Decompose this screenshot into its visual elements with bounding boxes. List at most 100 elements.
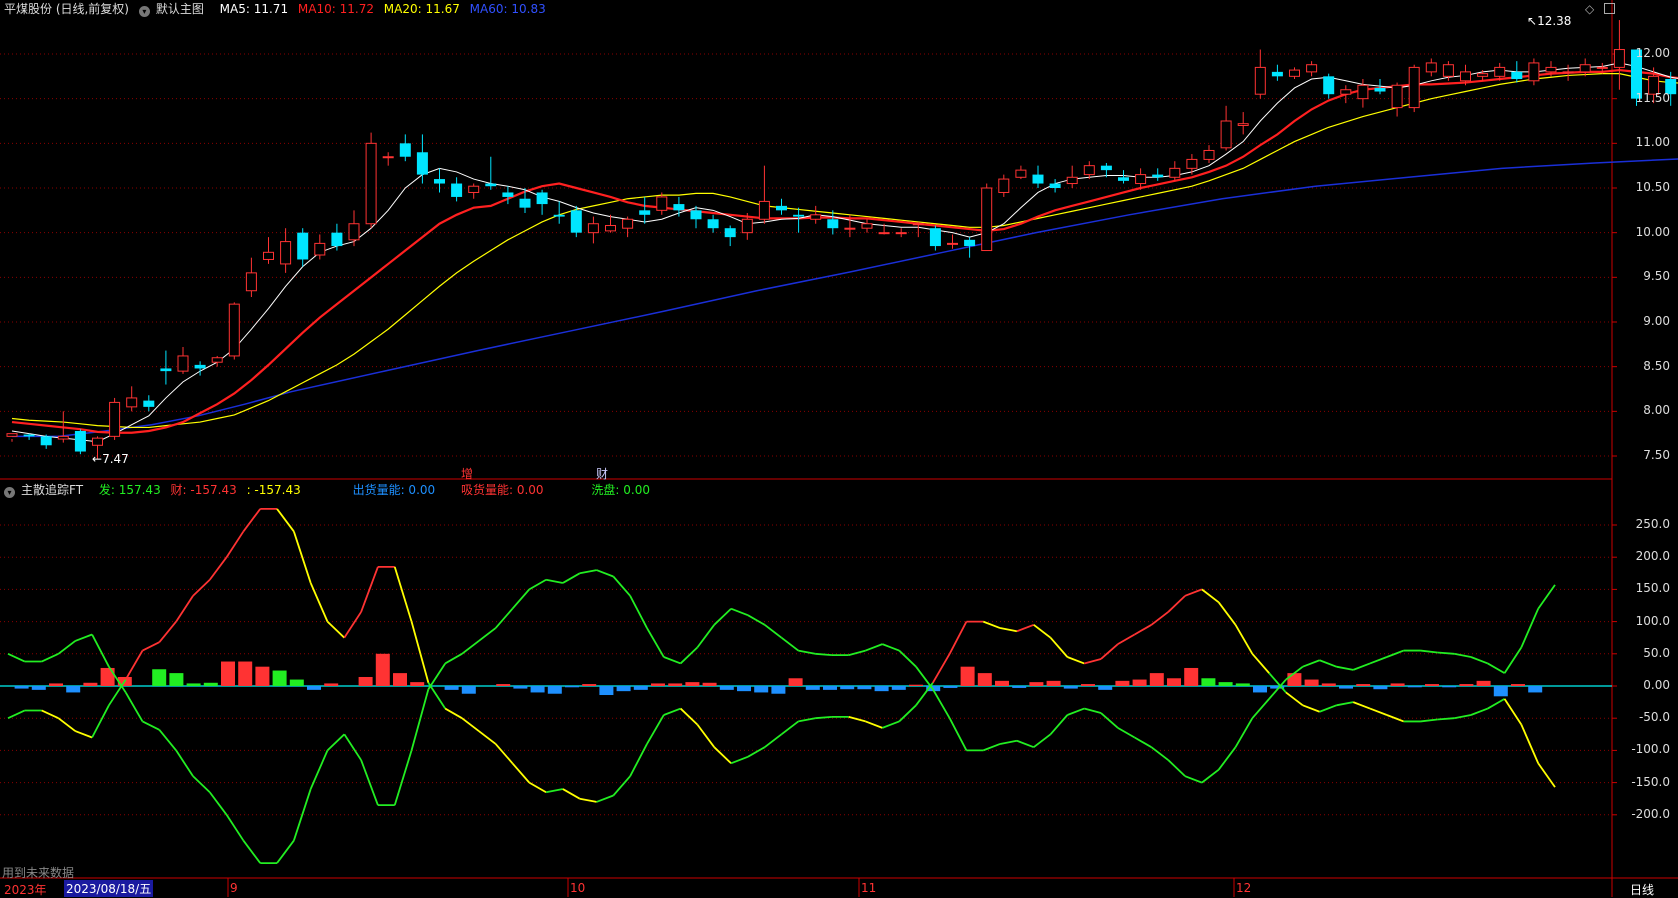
indicator-bar <box>238 661 253 686</box>
fa-line <box>898 649 917 668</box>
main-y-tick-label: 8.50 <box>1643 358 1670 373</box>
indicator-bar <box>1098 686 1113 690</box>
fa-line <box>545 578 564 584</box>
candle-up <box>587 223 599 234</box>
candle-down <box>1152 174 1164 178</box>
candle-up <box>810 214 822 220</box>
candle-down <box>519 198 531 208</box>
indicator-bar <box>461 686 476 694</box>
indicator-y-tick-label: -200.0 <box>1631 806 1670 821</box>
indicator-bar <box>1046 680 1061 686</box>
indicator-bar <box>1356 684 1371 686</box>
candle-down <box>485 183 497 187</box>
fa-line <box>865 643 883 652</box>
indicator-y-tick-label: 150.0 <box>1635 581 1670 596</box>
cai-line <box>478 730 497 745</box>
candle-up <box>382 156 394 159</box>
low-price-label: ←7.47 <box>92 452 129 466</box>
indicator-bar <box>496 684 511 686</box>
indicator-bar <box>1029 682 1044 686</box>
xi-label: 吸货量能: 0.00 <box>460 483 544 497</box>
candle-down <box>793 214 805 217</box>
cai-line <box>1201 588 1220 603</box>
fa-line <box>276 840 295 864</box>
fa-line <box>1487 662 1506 674</box>
cai-line <box>494 743 514 764</box>
fa-line <box>1302 659 1320 668</box>
stock-title[interactable]: 平煤股份 (日线,前复权) <box>4 2 129 16</box>
ma60-label: MA60: 10.83 <box>469 2 546 16</box>
candle-up <box>1477 73 1489 77</box>
fa-line <box>730 607 749 617</box>
cai-line <box>74 730 93 739</box>
fa-line <box>1167 759 1186 777</box>
ma5-line <box>11 62 1678 443</box>
ma5-label: MA5: 11.71 <box>219 2 289 16</box>
indicator-bar <box>565 686 579 688</box>
fa-line <box>444 653 463 665</box>
cai-line <box>1470 707 1489 716</box>
candle-down <box>160 368 172 372</box>
month-label-9: 9 <box>230 881 238 895</box>
indicator-bar <box>977 673 992 686</box>
candle-down <box>331 232 343 247</box>
indicator-y-tick-label: 250.0 <box>1635 517 1670 531</box>
fa-line <box>764 624 783 639</box>
fa-line <box>209 791 228 816</box>
cai-line <box>612 775 631 797</box>
indicator-selector[interactable]: ▾ 主散追踪FT <box>4 483 89 498</box>
indicator-y-tick-label: 100.0 <box>1635 613 1670 628</box>
candle-down <box>194 364 206 369</box>
indicator-bar <box>1063 686 1078 689</box>
fa-line <box>596 569 614 578</box>
xipan-label: 洗盘: 0.00 <box>591 483 650 497</box>
diamond-icon[interactable]: ◇ <box>1585 2 1594 16</box>
indicator-bar <box>530 686 545 693</box>
candle-up <box>1237 123 1249 126</box>
indicator-bar <box>255 666 270 686</box>
indicator-bar <box>203 682 218 686</box>
indicator-bar <box>1459 684 1474 686</box>
candle-down <box>707 219 719 229</box>
candle-down <box>74 430 86 452</box>
cai-line <box>848 716 866 723</box>
candle-down <box>639 210 651 215</box>
candle-down <box>1100 165 1112 171</box>
cai-line <box>932 653 951 684</box>
indicator-bar <box>788 678 803 686</box>
fa-line <box>225 814 245 842</box>
fa-line <box>1537 584 1556 610</box>
fa-line <box>629 595 648 629</box>
indicator-bar <box>1528 686 1543 693</box>
indicator-bar <box>943 686 958 688</box>
cai-line <box>158 621 177 643</box>
candle-up <box>947 242 958 245</box>
fa-line <box>1201 769 1220 784</box>
indicator-header: ▾ 主散追踪FT 发: 157.43 财: -157.43 : -157.43 出… <box>4 481 656 498</box>
candle-down <box>570 210 582 233</box>
period-label[interactable]: 日线 <box>1630 881 1654 898</box>
candle-down <box>690 210 702 220</box>
indicator-bar <box>702 682 717 686</box>
fa-line <box>74 633 93 642</box>
indicator-bar <box>1253 686 1267 693</box>
indicator-bar <box>1149 673 1164 686</box>
indicator-bar <box>737 686 751 692</box>
window-icon[interactable] <box>1604 3 1615 14</box>
cai-line <box>545 788 564 794</box>
year-label: 2023年 <box>4 883 47 897</box>
cai-label: 财: -157.43 <box>170 483 237 497</box>
indicator-bar <box>857 686 872 690</box>
candle-down <box>553 214 565 217</box>
candle-down <box>724 228 736 238</box>
candle-up <box>758 200 770 220</box>
indicator-bar <box>651 683 665 686</box>
fa-line <box>1352 662 1371 671</box>
cai-line <box>629 743 648 777</box>
main-y-tick-label: 11.00 <box>1635 135 1670 150</box>
template-selector[interactable]: ▾ 默认主图 <box>138 2 210 17</box>
fa-line <box>1184 775 1203 784</box>
month-label-10: 10 <box>570 881 586 895</box>
fa-line <box>562 572 581 584</box>
indicator-bar <box>719 686 734 690</box>
